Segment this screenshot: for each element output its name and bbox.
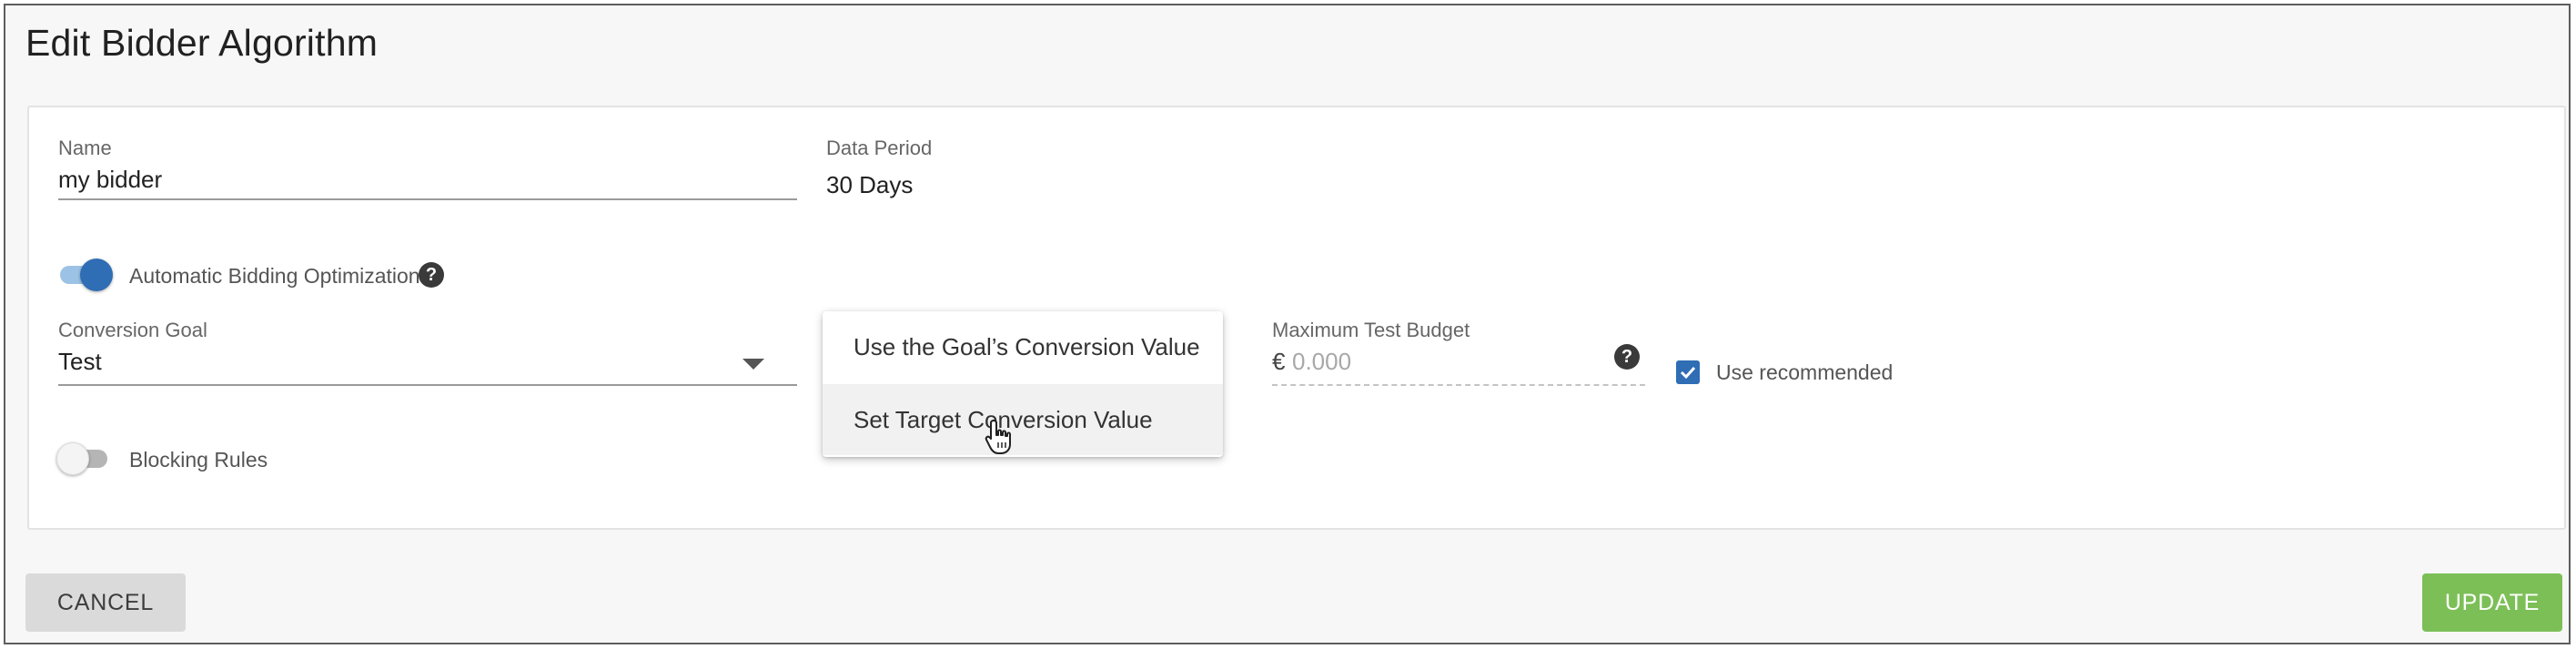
auto-bidding-toggle[interactable] (56, 259, 113, 291)
conversion-goal-underline (58, 384, 797, 386)
chevron-down-icon[interactable] (742, 359, 764, 371)
cancel-button[interactable]: CANCEL (25, 573, 186, 632)
name-underline (58, 198, 797, 200)
max-test-budget-underline (1272, 384, 1645, 386)
data-period-value: 30 Days (826, 171, 914, 198)
dialog-frame: Edit Bidder Algorithm Name my bidder Dat… (4, 4, 2571, 644)
update-button[interactable]: UPDATE (2422, 573, 2562, 632)
toggle-thumb (56, 442, 89, 475)
name-label: Name (58, 137, 112, 159)
blocking-rules-toggle[interactable] (56, 442, 113, 475)
checkmark-icon (1680, 366, 1696, 380)
help-icon[interactable]: ? (1614, 344, 1640, 370)
toggle-thumb (80, 259, 113, 291)
conversion-goal-select[interactable]: Test (58, 348, 102, 376)
hand-cursor-icon (985, 420, 1011, 454)
auto-bidding-label: Automatic Bidding Optimization (129, 264, 420, 288)
help-icon[interactable]: ? (419, 262, 444, 288)
conversion-goal-label: Conversion Goal (58, 319, 207, 341)
menu-item-use-goal-value[interactable]: Use the Goal’s Conversion Value (823, 311, 1223, 382)
conversion-value-menu: Use the Goal’s Conversion Value Set Targ… (823, 311, 1223, 457)
use-recommended-label: Use recommended (1716, 360, 1894, 384)
blocking-rules-label: Blocking Rules (129, 448, 268, 472)
currency-symbol: € (1272, 348, 1286, 375)
menu-item-set-target-value[interactable]: Set Target Conversion Value (823, 384, 1223, 455)
data-period-label: Data Period (826, 137, 933, 159)
max-test-budget-label: Maximum Test Budget (1272, 319, 1470, 341)
page-title: Edit Bidder Algorithm (25, 22, 379, 64)
form-card: Name my bidder Data Period 30 Days Autom… (27, 106, 2566, 530)
name-input[interactable]: my bidder (58, 166, 162, 194)
use-recommended-checkbox[interactable] (1676, 360, 1700, 384)
max-test-budget-input[interactable]: 0.000 (1292, 348, 1351, 376)
